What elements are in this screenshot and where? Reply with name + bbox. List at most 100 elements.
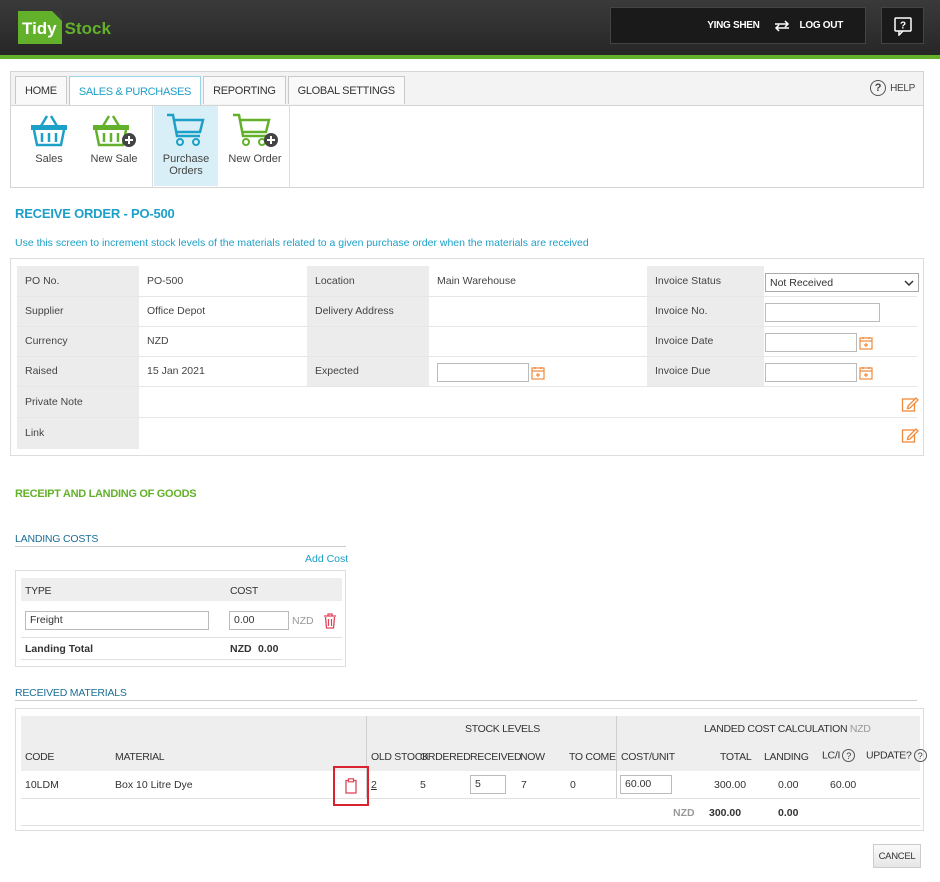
basket-icon [31, 115, 67, 147]
toolbar-divider [289, 106, 290, 188]
calendar-icon[interactable] [531, 366, 545, 380]
row-received-input[interactable]: 5 [470, 775, 506, 794]
expected-date-input[interactable] [437, 363, 529, 382]
tab-home[interactable]: HOME [15, 76, 67, 104]
landed-cost-group-currency: NZD [849, 723, 871, 735]
update-help-icon[interactable]: ? [913, 749, 927, 762]
chevron-down-icon [904, 279, 914, 286]
landing-costs-table: TYPE COST Freight 0.00 NZD Landing Total… [15, 570, 346, 667]
cancel-button[interactable]: CANCEL [873, 844, 921, 868]
landing-costs-title: LANDING COSTS [15, 533, 99, 545]
calendar-icon[interactable] [859, 336, 873, 350]
col-received: RECEIVED [470, 751, 522, 763]
invoice-status-select[interactable]: Not Received [765, 273, 919, 292]
landing-type-input[interactable]: Freight [25, 611, 209, 630]
row-cost-unit-input[interactable]: 60.00 [620, 775, 672, 794]
toolbar: Sales New Sale Purchase Orders New Order [11, 105, 923, 188]
edit-note-icon[interactable] [901, 395, 919, 413]
page-title: RECEIVE ORDER - PO-500 [15, 206, 175, 221]
tool-new-order-label: New Order [228, 153, 282, 165]
col-now: NOW [520, 751, 545, 763]
received-materials-title: RECEIVED MATERIALS [15, 687, 127, 699]
landing-cost-currency: NZD [292, 615, 314, 627]
add-cost-link[interactable]: Add Cost [305, 553, 348, 565]
col-code: CODE [25, 751, 55, 763]
help-bubble-icon: ? [893, 16, 912, 36]
col-total: TOTAL [720, 751, 752, 763]
invoice-no-input[interactable] [765, 303, 880, 322]
tab-global-settings[interactable]: GLOBAL SETTINGS [287, 76, 405, 104]
highlighted-clipboard-button[interactable] [333, 766, 369, 806]
switch-account-icon[interactable] [772, 19, 792, 33]
stock-levels-group: STOCK LEVELS [465, 723, 540, 735]
po-no-value: PO-500 [147, 275, 184, 287]
col-cost-unit: COST/UNIT [621, 751, 675, 763]
cart-icon [167, 113, 205, 146]
app-logo[interactable]: Tidy Stock [18, 8, 111, 46]
basket-add-icon [93, 115, 136, 147]
row-divider [17, 386, 917, 387]
logout-link[interactable]: LOG OUT [800, 20, 844, 31]
user-name[interactable]: YING SHEN [707, 20, 760, 31]
received-materials-table: STOCK LEVELS LANDED COST CALCULATION NZD… [15, 708, 927, 831]
main-tabs: HOME SALES & PURCHASES REPORTING GLOBAL … [15, 76, 407, 106]
delivery-address-label: Delivery Address [315, 305, 394, 317]
invoice-due-input[interactable] [765, 363, 857, 382]
landing-total-currency: NZD [230, 643, 252, 655]
row-divider [21, 825, 920, 826]
user-box: YING SHEN LOG OUT [610, 7, 866, 44]
lci-help-icon[interactable]: ? [842, 749, 856, 762]
tool-new-sale[interactable]: New Sale [82, 106, 146, 186]
materials-footer-currency: NZD [673, 807, 695, 819]
row-divider [17, 417, 917, 418]
row-material: Box 10 Litre Dye [115, 779, 193, 791]
row-ordered: 5 [420, 779, 426, 791]
edit-link-icon[interactable] [901, 426, 919, 444]
private-note-label: Private Note [25, 395, 83, 408]
landing-costs-underline [15, 546, 346, 547]
clipboard-icon [345, 778, 357, 794]
help-label: HELP [890, 82, 915, 94]
raised-label: Raised [25, 365, 58, 377]
col-update: UPDATE?? [866, 749, 927, 762]
landing-total-value: 0.00 [258, 643, 279, 655]
currency-label: Currency [25, 335, 68, 347]
location-value: Main Warehouse [437, 275, 516, 287]
trash-icon[interactable] [323, 613, 337, 629]
row-divider [21, 637, 342, 638]
row-old-stock-link[interactable]: 2 [371, 779, 377, 791]
help-link[interactable]: ? HELP [870, 80, 915, 96]
invoice-status-label: Invoice Status [655, 275, 721, 287]
col-update-label: UPDATE? [866, 749, 912, 762]
invoice-date-label: Invoice Date [655, 335, 714, 347]
received-materials-underline [15, 700, 917, 701]
row-lci: 60.00 [830, 779, 857, 791]
support-button[interactable]: ? [881, 7, 924, 44]
supplier-value: Office Depot [147, 305, 206, 317]
invoice-due-label: Invoice Due [655, 365, 711, 377]
tool-sales-label: Sales [35, 153, 63, 165]
tab-reporting[interactable]: REPORTING [203, 76, 286, 104]
col-cost-header: COST [230, 585, 258, 597]
receipt-section-title: RECEIPT AND LANDING OF GOODS [15, 488, 197, 500]
tool-sales[interactable]: Sales [17, 106, 81, 186]
tool-purchase-orders[interactable]: Purchase Orders [154, 106, 218, 186]
landing-cost-input[interactable]: 0.00 [229, 611, 289, 630]
col-ordered: ORDERED [420, 751, 471, 763]
cart-add-icon [233, 113, 278, 147]
row-total: 300.00 [714, 779, 747, 791]
logo-stock: Stock [64, 19, 111, 38]
tab-sales-purchases[interactable]: SALES & PURCHASES [68, 76, 202, 106]
col-material: MATERIAL [115, 751, 165, 763]
materials-footer-total: 300.00 [709, 807, 742, 819]
row-landing: 0.00 [778, 779, 799, 791]
col-to-come: TO COME [569, 751, 616, 763]
link-label: Link [25, 427, 45, 439]
tool-new-order[interactable]: New Order [223, 106, 287, 186]
invoice-date-input[interactable] [765, 333, 857, 352]
brand-stripe [0, 55, 940, 59]
invoice-no-label: Invoice No. [655, 305, 708, 317]
tool-new-sale-label: New Sale [90, 153, 138, 165]
calendar-icon[interactable] [859, 366, 873, 380]
row-code: 10LDM [25, 779, 59, 791]
